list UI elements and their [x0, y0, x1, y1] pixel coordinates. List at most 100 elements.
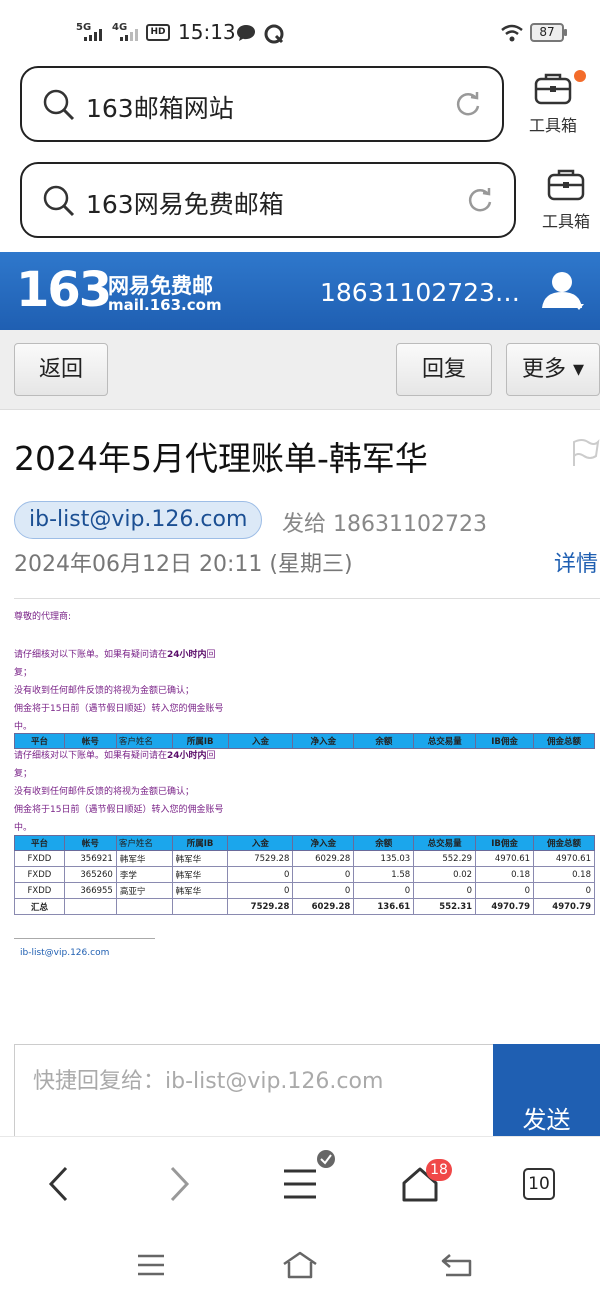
message-icon [237, 25, 255, 41]
search-icon [43, 185, 75, 217]
table-cell: 7529.28 [227, 850, 294, 867]
reply-button[interactable]: 回复 [396, 343, 492, 396]
table-cell: 韩军华 [171, 882, 229, 899]
system-nav-bar [0, 1236, 600, 1300]
back-arrow-icon[interactable] [46, 1165, 72, 1203]
toolbox-button-2[interactable]: 工具箱 [533, 166, 599, 232]
column-header: 净入金 [292, 835, 355, 851]
table-row: FXDD 365260 李学 韩军华 0 0 1.58 0.02 0.18 0.… [14, 866, 595, 883]
table-header-row: 平台 帐号 客户姓名 所属IB 入金 净入金 余额 总交易量 IB佣金 佣金总额 [14, 835, 595, 851]
app-notification-icon [264, 24, 284, 44]
home-nav-icon[interactable] [280, 1250, 320, 1280]
column-header: 余额 [353, 835, 415, 851]
signal-bars-2-icon [120, 29, 138, 41]
user-avatar-icon[interactable] [540, 268, 588, 314]
notice-text: 佣金将于15日前（遇节假日顺延）转入您的佣金账号 [14, 704, 224, 714]
notice-block-1: 请仔细核对以下账单。如果有疑问请在24小时内回 复； 没有收到任何邮件反馈的将视… [14, 646, 254, 736]
table-cell: 0 [353, 882, 415, 899]
table-cell: 6029.28 [292, 850, 355, 867]
table-cell: 韩军华 [171, 866, 229, 883]
mail-date: 2024年06月12日 20:11 (星期三) [14, 552, 353, 577]
notice-text: 复； [14, 769, 33, 779]
notice-text: 没有收到任何邮件反馈的将视为金额已确认； [14, 787, 195, 797]
notice-text: 没有收到任何邮件反馈的将视为金额已确认； [14, 686, 195, 696]
table-cell: 4970.79 [533, 898, 595, 915]
toolbox-label: 工具箱 [541, 212, 590, 231]
column-header: 入金 [227, 835, 294, 851]
column-header: 平台 [14, 835, 65, 851]
table-cell: 0.02 [413, 866, 477, 883]
column-header: 佣金总额 [533, 733, 595, 749]
table-row: FXDD 356921 韩军华 韩军华 7529.28 6029.28 135.… [14, 850, 595, 867]
toolbox-icon [547, 169, 585, 201]
column-header: IB佣金 [475, 733, 535, 749]
reload-icon[interactable] [466, 186, 494, 214]
table-cell [115, 898, 173, 915]
table-cell: 366955 [63, 882, 117, 899]
status-bar: 5G 4G HD 15:13 87 [0, 0, 600, 60]
table-cell: 高亚宁 [115, 882, 173, 899]
back-button[interactable]: 返回 [14, 343, 108, 396]
table-cell: 1.58 [353, 866, 415, 883]
notice-bold: 24小时内 [167, 751, 207, 761]
table-cell: 0 [292, 866, 355, 883]
divider [14, 598, 600, 599]
mail-subject: 2024年5月代理账单-韩军华 [14, 439, 428, 478]
table-cell: 李学 [115, 866, 173, 883]
account-name[interactable]: 18631102723… [320, 278, 520, 307]
notification-dot [574, 70, 586, 82]
toolbox-label: 工具箱 [528, 116, 577, 135]
search-query: 163网易免费邮箱 [86, 190, 284, 219]
sender-address[interactable]: ib-list@vip.126.com [14, 501, 263, 539]
reload-icon[interactable] [454, 90, 482, 118]
notice-text: 佣金将于15日前（遇节假日顺延）转入您的佣金账号 [14, 805, 224, 815]
column-header: 客户姓名 [115, 835, 173, 851]
notice-block-2: 请仔细核对以下账单。如果有疑问请在24小时内回 复； 没有收到任何邮件反馈的将视… [14, 747, 254, 837]
more-button[interactable]: 更多 ▾ [506, 343, 600, 396]
column-header: 佣金总额 [533, 835, 595, 851]
table-total-row: 汇总 7529.28 6029.28 136.61 552.31 4970.79… [14, 898, 595, 915]
notice-bold: 24小时内 [167, 650, 207, 660]
recents-icon[interactable] [136, 1252, 166, 1278]
search-bar-2[interactable]: 163网易免费邮箱 [20, 162, 516, 238]
table-cell: 4970.61 [533, 850, 595, 867]
quick-reply-input[interactable]: 快捷回复给：ib-list@vip.126.com [14, 1044, 494, 1138]
signature-email[interactable]: ib-list@vip.126.com [20, 948, 109, 958]
notice-text: 回 [206, 751, 216, 761]
table-cell: 552.29 [413, 850, 477, 867]
notice-text: 请仔细核对以下账单。如果有疑问请在 [14, 751, 168, 761]
notice-text: 复； [14, 668, 33, 678]
table-cell: 136.61 [353, 898, 415, 915]
check-badge-icon [317, 1150, 335, 1168]
send-button[interactable]: 发送 [493, 1044, 600, 1138]
detail-link[interactable]: 详情 [554, 546, 598, 578]
logo-163[interactable]: 163 [16, 262, 112, 318]
table-cell: 韩军华 [171, 850, 229, 867]
table-cell: 4970.79 [475, 898, 535, 915]
logo-en: mail.163.com [108, 296, 222, 314]
table-cell: 0 [475, 882, 535, 899]
action-bar: 返回 回复 更多 ▾ [0, 330, 600, 410]
column-header: 帐号 [63, 835, 117, 851]
bill-table: 平台 帐号 客户姓名 所属IB 入金 净入金 余额 总交易量 IB佣金 佣金总额… [14, 835, 595, 915]
table-cell: 552.31 [413, 898, 477, 915]
menu-icon[interactable] [282, 1167, 318, 1201]
tabs-button[interactable]: 10 [523, 1168, 555, 1200]
table-cell: 4970.61 [475, 850, 535, 867]
table-cell: 365260 [63, 866, 117, 883]
flag-icon[interactable] [570, 438, 600, 468]
table-cell: FXDD [14, 866, 65, 883]
search-query: 163邮箱网站 [86, 94, 234, 123]
hd-voice-icon: HD [146, 24, 170, 41]
search-bar-1[interactable]: 163邮箱网站 [20, 66, 504, 142]
search-icon [43, 89, 75, 121]
table-cell: 汇总 [14, 898, 65, 915]
column-header: 余额 [353, 733, 415, 749]
column-header: IB佣金 [475, 835, 535, 851]
table-cell: 0 [533, 882, 595, 899]
back-nav-icon[interactable] [440, 1252, 474, 1278]
forward-arrow-icon[interactable] [166, 1165, 192, 1203]
table-cell: 0 [292, 882, 355, 899]
table-cell: 0.18 [475, 866, 535, 883]
quick-reply-placeholder: 快捷回复给：ib-list@vip.126.com [33, 1069, 384, 1094]
